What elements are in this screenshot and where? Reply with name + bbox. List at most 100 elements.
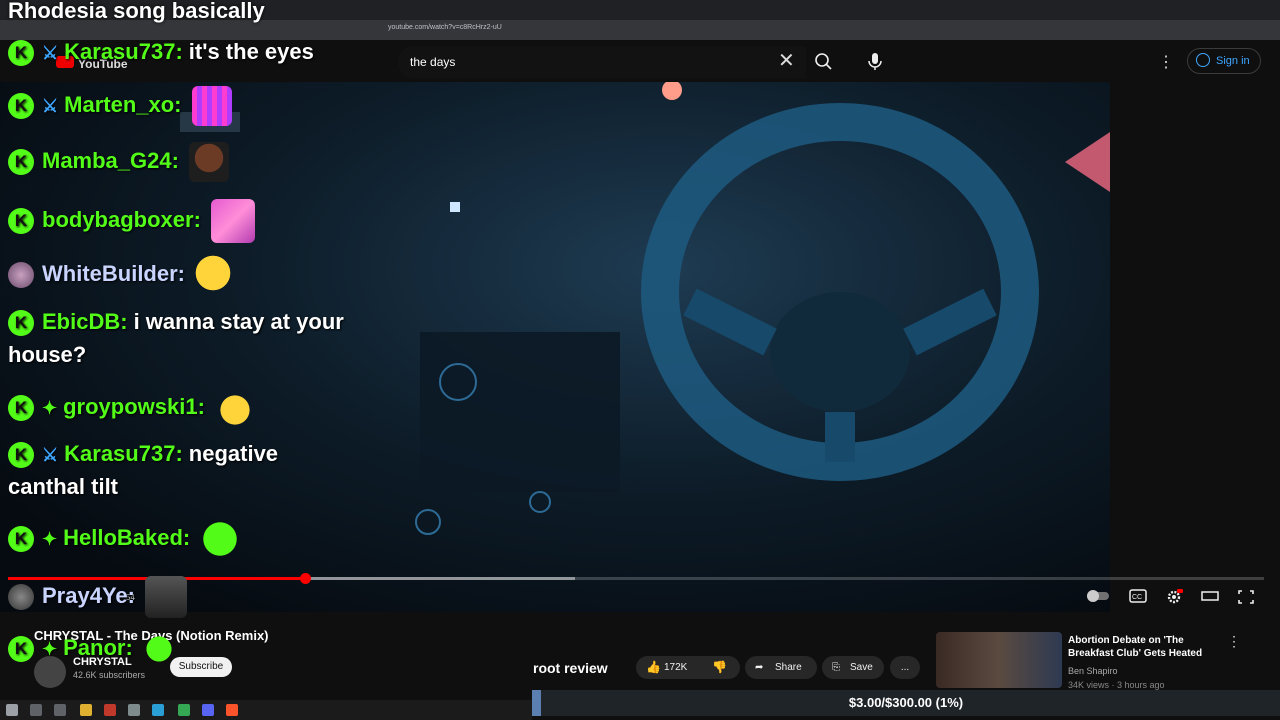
telegram-icon[interactable]	[152, 704, 164, 716]
chat-username[interactable]: Pray4Ye:	[42, 583, 135, 608]
chat-username[interactable]: HelloBaked:	[63, 525, 190, 550]
chat-username[interactable]: EbicDB:	[42, 309, 128, 334]
settings-menu-icon[interactable]: ⋮	[1158, 52, 1174, 72]
save-button[interactable]: ⎘ Save	[822, 656, 884, 679]
yellow-blob-emote	[214, 388, 255, 428]
thumbs-down-icon[interactable]: 👎	[712, 656, 727, 679]
search-button[interactable]	[806, 46, 842, 78]
chat-username[interactable]: Karasu737:	[64, 39, 183, 64]
kick-badge-icon: K	[8, 93, 34, 119]
autoplay-icon	[1087, 590, 1109, 602]
chat-text: it's the eyes	[188, 39, 314, 64]
theater-icon	[1201, 591, 1219, 601]
chat-message: K ⚔ Karasu737: negative	[8, 438, 278, 471]
account-icon	[1196, 53, 1210, 67]
face-emote	[188, 142, 229, 182]
subscribe-button[interactable]: Subscribe	[170, 657, 232, 677]
kick-badge-icon: K	[8, 208, 34, 234]
app-icon-gray[interactable]	[128, 704, 140, 716]
clear-search-icon[interactable]: ✕	[778, 50, 795, 72]
captions-icon: CC	[1129, 589, 1147, 603]
kick-badge-icon: K	[8, 442, 34, 469]
chat-message: WhiteBuilder:	[8, 255, 235, 295]
related-video-thumbnail[interactable]	[936, 632, 1062, 688]
share-label: Share	[775, 662, 802, 673]
gear-icon	[1167, 589, 1183, 604]
related-video-menu-icon[interactable]: ⋮	[1227, 633, 1241, 650]
diamond-badge-icon: ✦	[42, 398, 58, 418]
voice-search-button[interactable]	[862, 48, 888, 74]
overlay-label: root review	[533, 660, 608, 676]
like-dislike-group[interactable]: 👍 172K 👎	[636, 656, 740, 679]
sword-badge-icon: ⚔	[42, 96, 59, 116]
chat-text: canthal tilt	[8, 474, 119, 499]
chat-text: house?	[8, 342, 87, 367]
more-actions-button[interactable]: ...	[890, 656, 920, 679]
sword-badge-icon: ⚔	[42, 445, 59, 466]
pink-emote	[210, 199, 255, 243]
autoplay-toggle[interactable]	[1086, 589, 1109, 605]
thumbs-up-icon[interactable]: 👍	[646, 656, 661, 679]
task-view-icon[interactable]	[54, 704, 66, 716]
diamond-badge-icon: ✦	[42, 529, 58, 549]
captions-button[interactable]: CC	[1129, 589, 1147, 605]
user-avatar-icon	[8, 584, 34, 610]
green-smile-emote	[142, 635, 175, 664]
related-video-meta: 34K views · 3 hours ago	[1068, 680, 1165, 690]
chat-username[interactable]: Marten_xo:	[64, 92, 181, 117]
discord-icon[interactable]	[202, 704, 214, 716]
app-icon-red[interactable]	[104, 704, 116, 716]
fullscreen-button[interactable]	[1237, 589, 1255, 605]
related-video-title[interactable]: Abortion Debate on 'The Breakfast Club' …	[1068, 634, 1218, 660]
url-text[interactable]: youtube.com/watch?v=c8RcHrz2-uU	[388, 24, 502, 31]
like-count: 172K	[664, 662, 688, 673]
share-button[interactable]: ➦ Share	[745, 656, 817, 679]
save-label: Save	[850, 662, 873, 673]
chat-username[interactable]: Mamba_G24:	[42, 148, 179, 173]
svg-text:CC: CC	[1132, 594, 1142, 601]
progress-scrubber-handle[interactable]	[300, 573, 311, 584]
user-avatar-icon	[8, 262, 34, 288]
video-side-margin	[1110, 82, 1280, 612]
kick-badge-icon: K	[8, 526, 34, 552]
search-taskbar-icon[interactable]	[30, 704, 42, 716]
fullscreen-icon	[1238, 590, 1254, 604]
screen: youtube.com/watch?v=c8RcHrz2-uU YouTube …	[0, 0, 1280, 720]
chat-message: K ⚔ Karasu737: it's the eyes	[8, 36, 314, 69]
kick-badge-icon: K	[8, 149, 34, 175]
chat-message: Kbodybagboxer:	[8, 199, 255, 243]
kick-badge-icon: K	[8, 310, 34, 337]
microphone-icon	[868, 53, 882, 70]
kick-badge-icon: K	[8, 636, 34, 663]
search-input[interactable]	[398, 46, 806, 78]
chat-username[interactable]: bodybagboxer:	[42, 207, 201, 232]
portrait-emote	[144, 576, 187, 618]
chat-text-continued: house?	[8, 339, 86, 371]
brave-icon[interactable]	[226, 704, 238, 716]
theater-mode-button[interactable]	[1201, 589, 1219, 605]
chat-username[interactable]: WhiteBuilder:	[42, 261, 185, 286]
green-smile-emote	[200, 519, 241, 559]
chat-username[interactable]: Panor:	[63, 635, 133, 660]
diamond-badge-icon: ✦	[42, 639, 58, 660]
chat-text-continued: canthal tilt	[8, 471, 118, 503]
file-explorer-icon[interactable]	[80, 704, 92, 716]
start-menu-icon[interactable]	[6, 704, 18, 716]
chat-message: K Mamba_G24:	[8, 142, 229, 182]
chat-message: K ✦ Panor:	[8, 632, 175, 665]
search-icon	[815, 53, 832, 70]
kick-badge-icon: K	[8, 40, 34, 67]
chat-message: K ✦ HelloBaked:	[8, 519, 241, 559]
chrome-icon[interactable]	[178, 704, 190, 716]
purple-grid-emote	[191, 86, 232, 126]
search-query[interactable]: the days	[410, 55, 455, 69]
chat-text: negative	[188, 441, 279, 466]
chat-username[interactable]: Karasu737:	[64, 441, 183, 466]
settings-button[interactable]	[1165, 589, 1183, 605]
chat-username[interactable]: groypowski1:	[63, 394, 205, 419]
stream-title: Rhodesia song basically	[8, 0, 265, 23]
chat-message: K ✦ groypowski1:	[8, 388, 255, 428]
chat-message: K EbicDB: i wanna stay at your	[8, 306, 344, 338]
related-video-channel[interactable]: Ben Shapiro	[1068, 666, 1118, 676]
kick-badge-icon: K	[8, 395, 34, 421]
